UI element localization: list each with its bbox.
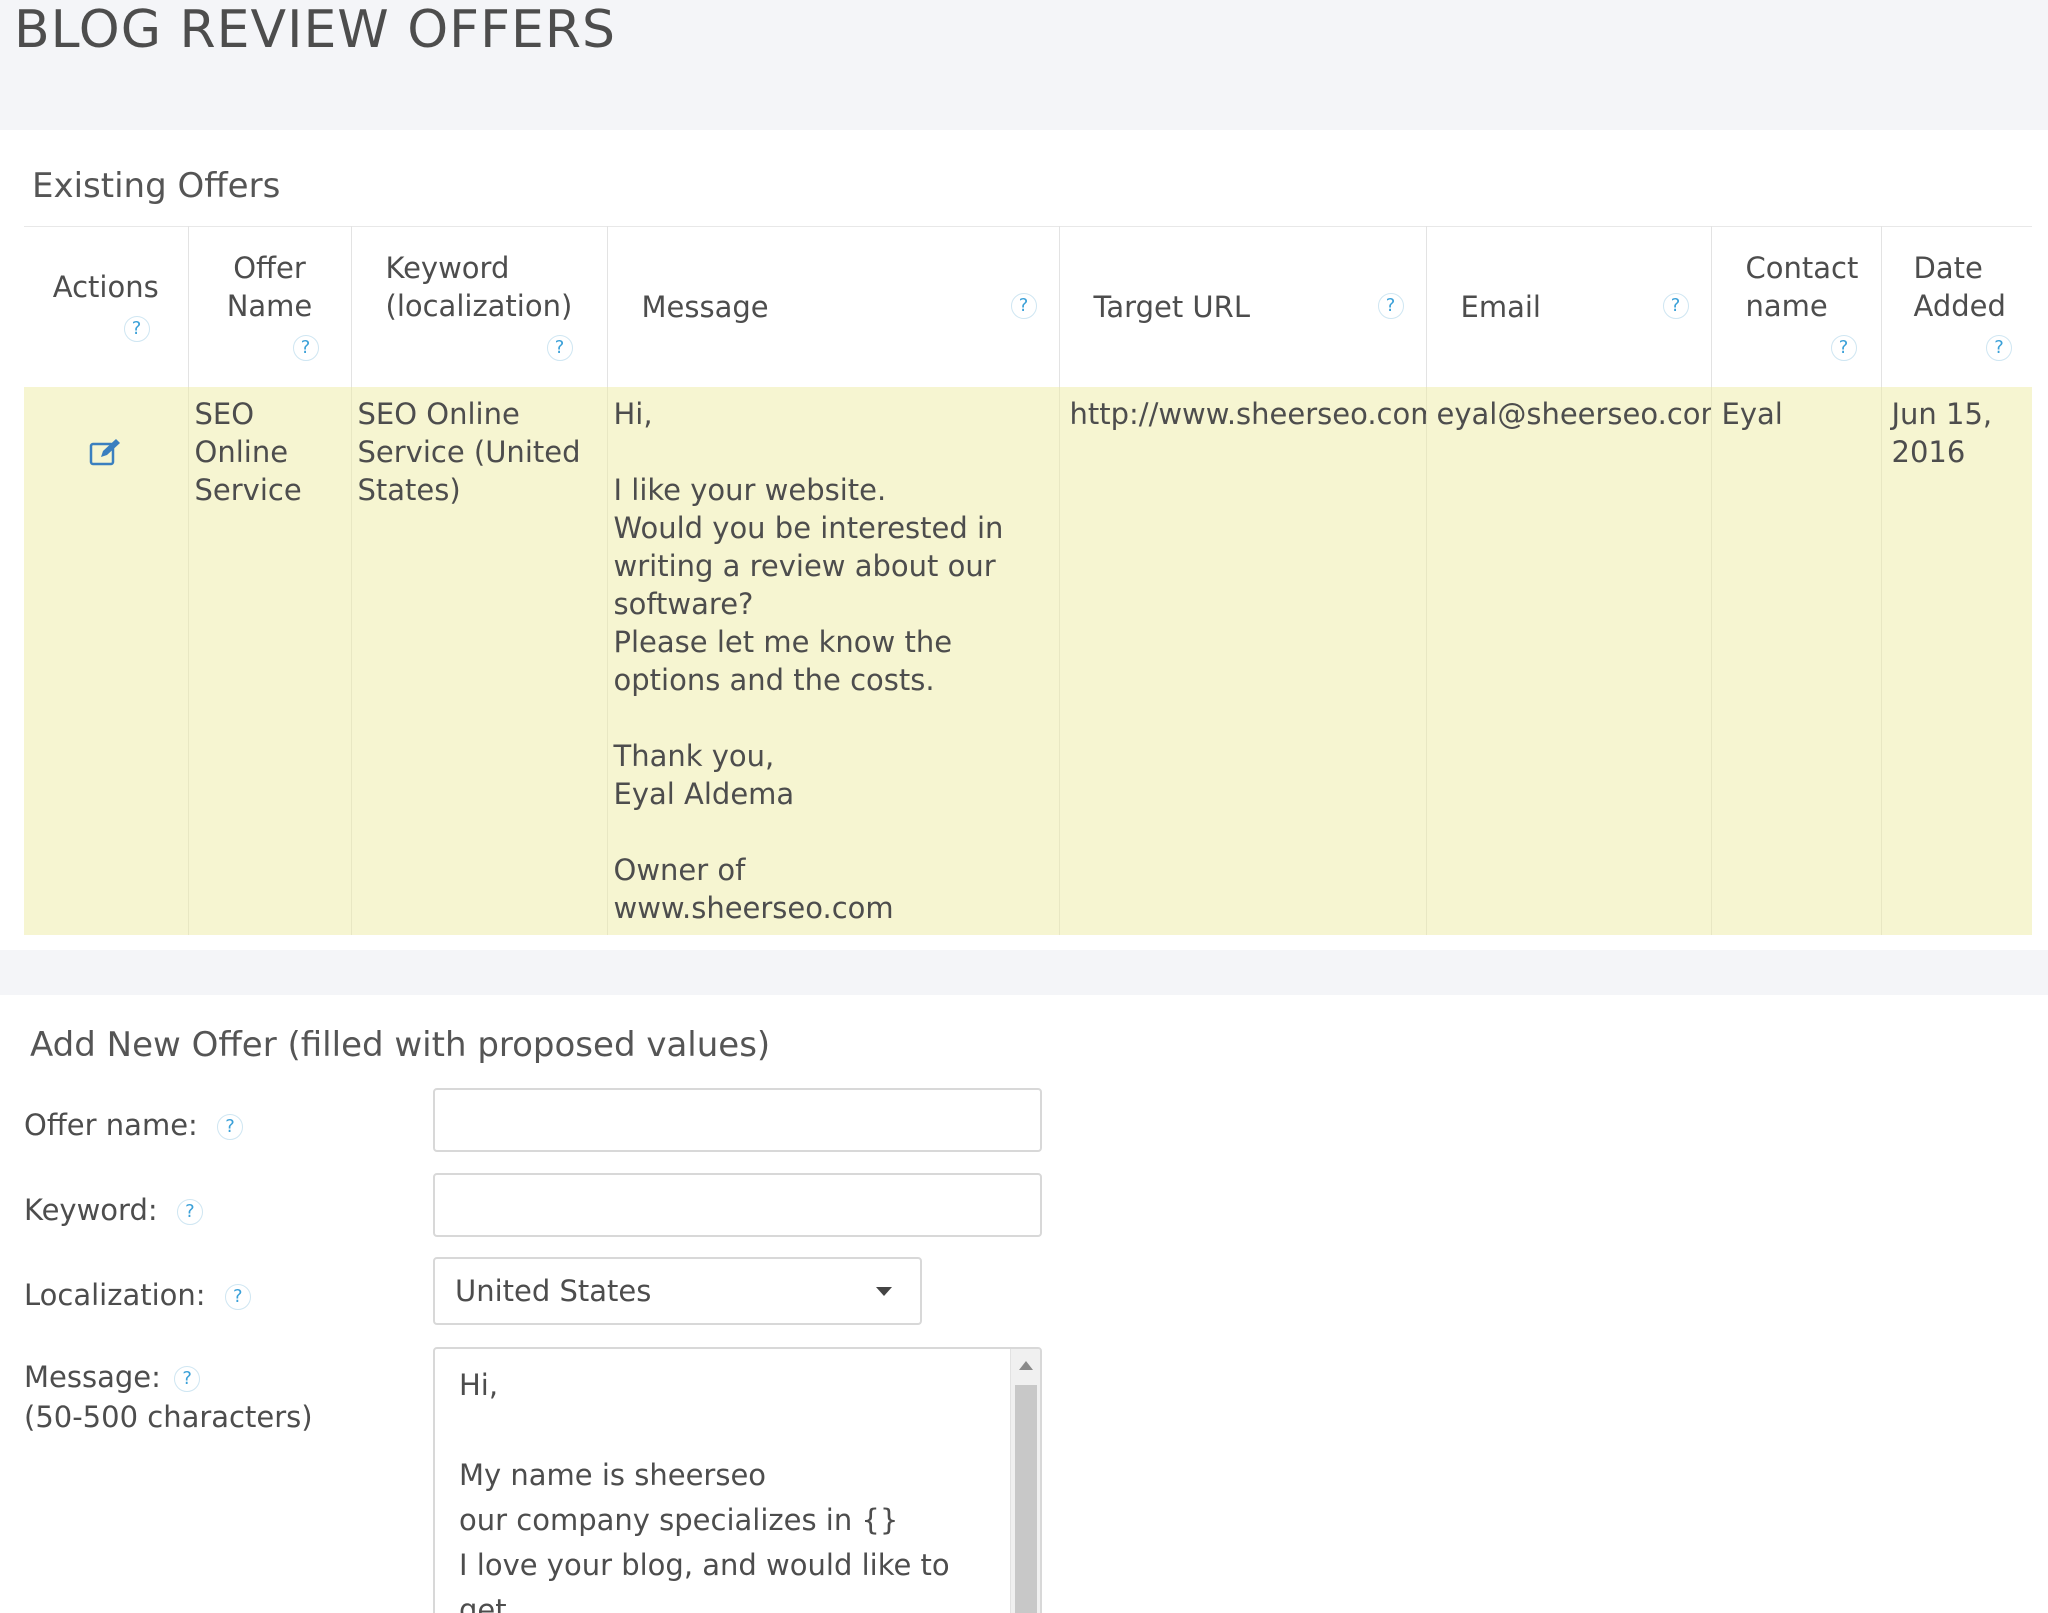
scroll-thumb[interactable] (1015, 1385, 1037, 1613)
chevron-down-icon (876, 1287, 892, 1296)
offer-name-label: Offer name: ? (24, 1105, 244, 1145)
help-icon[interactable]: ? (217, 1114, 244, 1140)
col-header-date-added[interactable]: Date Added ? (1881, 226, 2032, 387)
col-header-offer-name[interactable]: Offer Name ? (188, 226, 352, 387)
scroll-up-icon[interactable] (1019, 1361, 1033, 1370)
help-icon[interactable]: ? (1377, 293, 1404, 319)
help-icon[interactable]: ? (1986, 334, 2012, 361)
existing-offers-panel: Existing Offers Actions ? Offer Name ? K… (0, 130, 2048, 950)
add-offer-panel: Add New Offer (filled with proposed valu… (0, 995, 2048, 1613)
table-row: SEO Online Service SEO Online Service (U… (24, 386, 2032, 935)
localization-label: Localization: ? (24, 1275, 251, 1315)
col-header-email[interactable]: Email ? (1426, 226, 1712, 387)
cell-date-added: Jun 15, 2016 (1881, 386, 2032, 935)
message-textarea-value: Hi, My name is sheerseo our company spec… (459, 1368, 950, 1613)
message-label: Message: ? (24, 1357, 201, 1397)
help-icon[interactable]: ? (123, 315, 150, 342)
help-icon[interactable]: ? (176, 1199, 203, 1225)
help-icon[interactable]: ? (174, 1366, 201, 1392)
cell-email: eyal@sheerseo.com (1426, 386, 1712, 935)
localization-selected-value: United States (455, 1274, 652, 1308)
col-header-target-url[interactable]: Target URL ? (1059, 226, 1427, 387)
col-header-contact-name[interactable]: Contact name ? (1711, 226, 1882, 387)
col-header-message[interactable]: Message ? (607, 226, 1060, 387)
keyword-input[interactable] (433, 1173, 1042, 1237)
help-icon[interactable]: ? (224, 1284, 251, 1310)
page-title: BLOG REVIEW OFFERS (14, 0, 616, 60)
help-icon[interactable]: ? (1010, 293, 1037, 319)
textarea-scrollbar[interactable] (1010, 1349, 1040, 1613)
col-header-actions[interactable]: Actions ? (24, 226, 189, 387)
offer-name-input[interactable] (433, 1088, 1042, 1152)
col-header-keyword[interactable]: Keyword (localization) ? (351, 226, 608, 387)
offers-table: Actions ? Offer Name ? Keyword (localiza… (24, 226, 2032, 935)
localization-select[interactable]: United States (433, 1257, 922, 1325)
keyword-label: Keyword: ? (24, 1190, 203, 1230)
message-textarea[interactable]: Hi, My name is sheerseo our company spec… (433, 1347, 1042, 1613)
existing-offers-title: Existing Offers (32, 166, 281, 206)
cell-keyword: SEO Online Service (United States) (351, 386, 608, 935)
cell-contact-name: Eyal (1711, 386, 1882, 935)
message-hint: (50-500 characters) (24, 1400, 313, 1434)
cell-offer-name: SEO Online Service (188, 386, 352, 935)
cell-target-url: http://www.sheerseo.com (1059, 386, 1427, 935)
add-offer-title: Add New Offer (filled with proposed valu… (30, 1025, 771, 1065)
help-icon[interactable]: ? (1830, 334, 1857, 361)
edit-icon[interactable] (89, 437, 123, 467)
help-icon[interactable]: ? (1662, 293, 1689, 319)
help-icon[interactable]: ? (546, 334, 573, 361)
help-icon[interactable]: ? (292, 334, 319, 361)
cell-message: Hi, I like your website. Would you be in… (607, 386, 1060, 935)
table-header-row: Actions ? Offer Name ? Keyword (localiza… (24, 226, 2032, 387)
cell-actions (24, 386, 189, 935)
